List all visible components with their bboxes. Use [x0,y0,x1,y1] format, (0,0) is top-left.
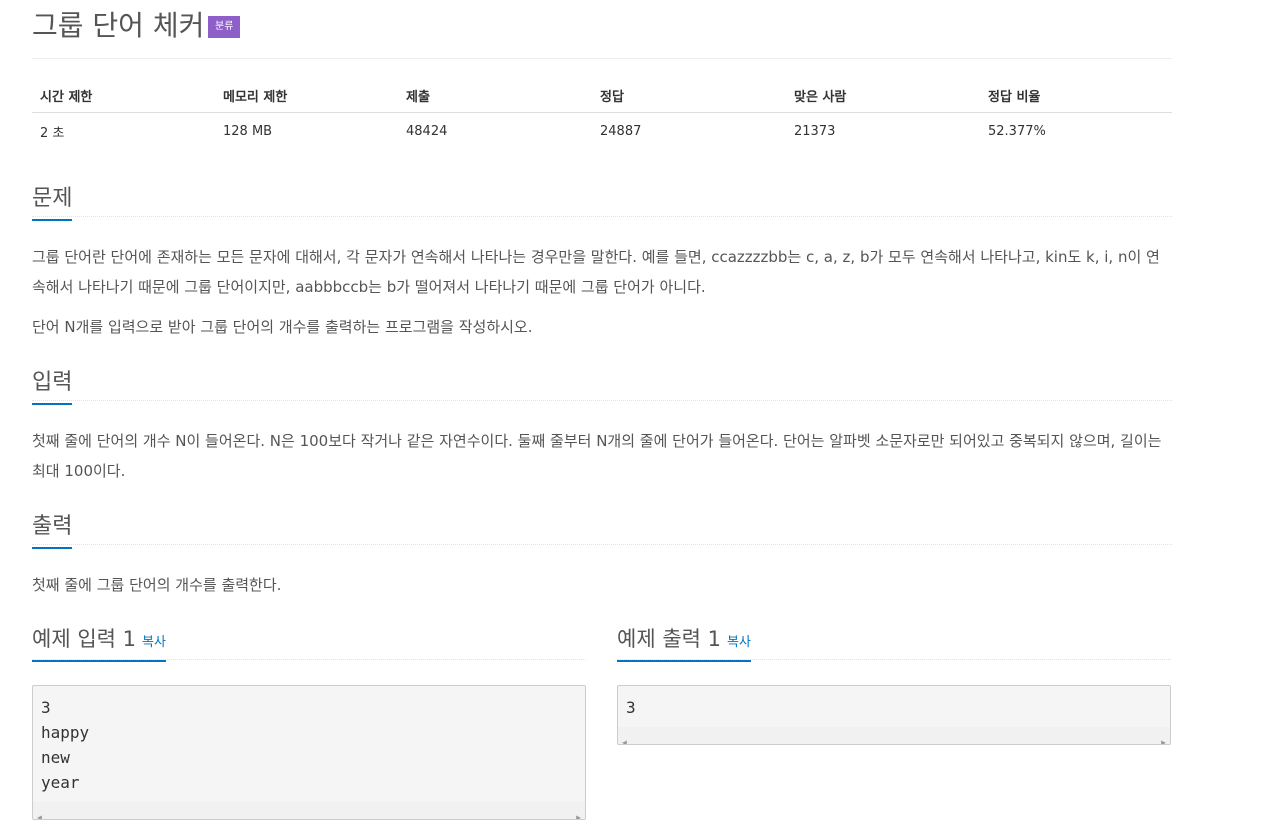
sample-output-panel: 예제 출력 1 복사 3 ◀ ▶ [617,621,1171,745]
category-badge[interactable]: 분류 [208,16,241,38]
time-limit-value: 2 초 [40,125,65,141]
sample-input-box[interactable]: 3 happy new year ◀ ▶ [32,685,586,820]
sample-input-heading: 예제 입력 1 복사 [32,623,166,662]
scroll-left-icon[interactable]: ◀ [37,805,42,819]
problem-page: 그룹 단어 체커 분류 시간 제한 메모리 제한 제출 정답 맞은 사람 정답 … [32,0,1172,820]
time-limit-header: 시간 제한 [32,78,215,113]
input-description: 첫째 줄에 단어의 개수 N이 들어온다. N은 100보다 작거나 같은 자연… [32,432,1162,480]
problem-headline: 문제 [32,178,1172,221]
sample-input-text: 3 happy new year [41,698,90,792]
problem-section: 문제 그룹 단어란 단어에 존재하는 모든 문자에 대해서, 각 문자가 연속해… [32,178,1172,342]
problem-task: 단어 N개를 입력으로 받아 그룹 단어의 개수를 출력하는 프로그램을 작성하… [32,318,533,336]
scroll-left-icon[interactable]: ◀ [622,730,627,744]
submissions-header: 제출 [398,78,592,113]
sample-output-text: 3 [626,698,636,717]
copy-sample-output-button[interactable]: 복사 [727,635,751,650]
sample-input-headline: 예제 입력 1 복사 [32,621,586,662]
scroll-right-icon[interactable]: ▶ [1161,730,1166,744]
problem-heading: 문제 [32,180,73,221]
memory-limit-header: 메모리 제한 [215,78,398,113]
sample-output-heading: 예제 출력 1 복사 [617,623,751,662]
sample-output-title: 예제 출력 1 [617,627,721,651]
input-headline: 입력 [32,362,1172,405]
input-section: 입력 첫째 줄에 단어의 개수 N이 들어온다. N은 100보다 작거나 같은… [32,362,1172,486]
solved-users-header: 맞은 사람 [786,78,980,113]
input-heading: 입력 [32,364,73,405]
problem-description: 그룹 단어란 단어에 존재하는 모든 문자에 대해서, 각 문자가 연속해서 나… [32,248,1160,296]
submissions-value: 48424 [406,123,448,139]
output-description: 첫째 줄에 그룹 단어의 개수를 출력한다. [32,576,282,594]
copy-sample-input-button[interactable]: 복사 [142,635,166,650]
problem-info-table: 시간 제한 메모리 제한 제출 정답 맞은 사람 정답 비율 2 초 128 M… [32,78,1172,149]
horizontal-scrollbar[interactable]: ◀ ▶ [618,727,1170,744]
sample-input-title: 예제 입력 1 [32,627,136,651]
accept-ratio-header: 정답 비율 [980,78,1172,113]
horizontal-scrollbar[interactable]: ◀ ▶ [33,802,585,819]
sample-output-headline: 예제 출력 1 복사 [617,621,1171,662]
output-headline: 출력 [32,506,1172,549]
output-heading: 출력 [32,508,73,549]
accepted-header: 정답 [592,78,786,113]
page-title: 그룹 단어 체커 [32,9,205,42]
accept-ratio-value: 52.377% [988,123,1046,139]
solved-users-value: 21373 [794,123,836,139]
accepted-value: 24887 [600,123,642,139]
title-row: 그룹 단어 체커 분류 [32,0,1172,59]
info-value-row: 2 초 128 MB 48424 24887 21373 52.377% [32,113,1172,150]
info-header-row: 시간 제한 메모리 제한 제출 정답 맞은 사람 정답 비율 [32,78,1172,113]
memory-limit-value: 128 MB [223,123,273,139]
scroll-right-icon[interactable]: ▶ [576,805,581,819]
sample-output-box[interactable]: 3 ◀ ▶ [617,685,1171,745]
output-section: 출력 첫째 줄에 그룹 단어의 개수를 출력한다. [32,506,1172,600]
sample-input-panel: 예제 입력 1 복사 3 happy new year ◀ ▶ [32,621,586,820]
